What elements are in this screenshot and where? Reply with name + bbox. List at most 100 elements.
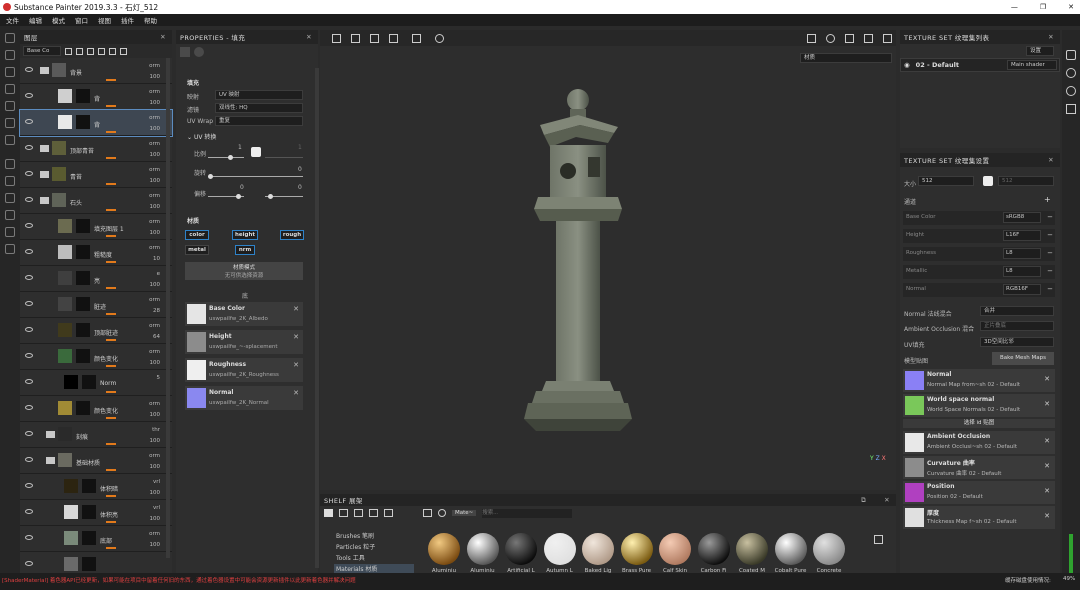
add-layer-icon[interactable] — [98, 47, 105, 55]
visibility-eye-icon[interactable] — [25, 67, 33, 72]
visibility-eye-icon[interactable] — [25, 301, 33, 306]
maximize-icon[interactable]: ❐ — [1040, 3, 1046, 11]
add-icon[interactable] — [412, 33, 421, 43]
material-preview[interactable] — [697, 533, 730, 565]
paint-brush-icon[interactable] — [5, 33, 15, 43]
mask-thumbnail[interactable] — [82, 375, 96, 389]
layer-blend-info[interactable]: orm 100 — [149, 451, 160, 473]
close-icon[interactable]: ✕ — [160, 33, 166, 41]
maximize-icon[interactable]: ⧉ — [861, 496, 866, 505]
layer-blend-info[interactable]: orm 10 — [149, 243, 160, 265]
material-preview[interactable] — [774, 533, 807, 565]
viewport-mode-select[interactable]: 材质 — [800, 53, 892, 63]
channel-rough-toggle[interactable]: rough — [280, 230, 304, 240]
display-settings-icon[interactable] — [1066, 68, 1076, 78]
grid-view-icon[interactable] — [354, 509, 363, 517]
baked-map-slot[interactable]: 厚度 Thickness Map f~sh 02 - Default ✕ — [903, 506, 1055, 529]
display-settings-icon[interactable] — [826, 33, 835, 43]
layer-row[interactable]: 石头 orm 100 — [20, 188, 172, 214]
fill-tab-icon[interactable] — [180, 47, 190, 57]
layer-blend-info[interactable]: e 100 — [150, 269, 161, 291]
remove-icon[interactable]: ✕ — [1044, 512, 1050, 520]
layer-row[interactable]: 体积暗 vrl 100 — [20, 474, 172, 500]
add-effect-icon[interactable] — [76, 47, 83, 55]
lock-icon[interactable] — [251, 147, 261, 157]
mask-thumbnail[interactable] — [82, 531, 96, 545]
layer-blend-info[interactable]: orm 100 — [149, 191, 160, 213]
visibility-eye-icon[interactable] — [25, 431, 33, 436]
layer-row[interactable]: 刻痕 thr 100 — [20, 422, 172, 448]
channel-color-toggle[interactable]: color — [185, 230, 209, 240]
baked-map-slot[interactable]: Position Position 02 - Default ✕ — [903, 481, 1055, 504]
offset-slider-knob[interactable] — [236, 194, 241, 199]
layer-row[interactable]: 体积亮 vrl 100 — [20, 500, 172, 526]
history-icon[interactable] — [5, 244, 15, 254]
layer-row[interactable]: 顶部青苔 orm 100 — [20, 136, 172, 162]
folder-icon[interactable] — [40, 67, 49, 74]
log-icon[interactable] — [1066, 104, 1076, 114]
uv-grid-icon[interactable] — [351, 33, 360, 43]
reset-icon[interactable] — [435, 33, 444, 43]
remove-channel-icon[interactable]: − — [1047, 249, 1053, 257]
layer-blend-info[interactable]: orm 28 — [149, 295, 160, 317]
ao-mix-select[interactable]: 正片叠底 — [980, 321, 1054, 331]
close-icon[interactable]: ✕ — [1068, 3, 1074, 11]
add-mask-icon[interactable] — [65, 47, 72, 55]
shelf-search-input[interactable] — [482, 508, 573, 518]
visibility-eye-icon[interactable] — [25, 457, 33, 462]
remove-channel-icon[interactable]: − — [1047, 231, 1053, 239]
size-select[interactable]: 512 — [918, 176, 974, 186]
layer-row[interactable]: 颜色变化 orm 100 — [20, 396, 172, 422]
material-preview[interactable] — [620, 533, 653, 565]
mask-thumbnail[interactable] — [76, 349, 90, 363]
visibility-eye-icon[interactable] — [25, 171, 33, 176]
layer-blend-info[interactable]: orm 100 — [149, 165, 160, 187]
filter-select[interactable]: 双线性: HQ — [215, 103, 303, 113]
history-icon[interactable] — [1066, 86, 1076, 96]
layer-blend-info[interactable]: orm 64 — [149, 321, 160, 343]
rotation-slider-knob[interactable] — [208, 174, 213, 179]
scale-slider-2[interactable] — [265, 157, 303, 158]
channel-nrm-toggle[interactable]: nrm — [235, 245, 255, 255]
visibility-eye-icon[interactable] — [25, 353, 33, 358]
menu-view[interactable]: 视图 — [98, 15, 111, 25]
import-icon[interactable] — [384, 509, 393, 517]
baked-map-slot[interactable]: World space normal World Space Normals 02… — [903, 394, 1055, 417]
visibility-eye-icon[interactable] — [25, 405, 33, 410]
hide-icon[interactable] — [369, 509, 378, 517]
scale-slider-knob[interactable] — [228, 155, 233, 160]
mask-thumbnail[interactable] — [82, 479, 96, 493]
filter-chip[interactable]: Mate~ — [452, 510, 477, 516]
visibility-eye-icon[interactable] — [25, 223, 33, 228]
visibility-eye-icon[interactable] — [25, 509, 33, 514]
material-preview[interactable] — [582, 533, 614, 565]
layer-blend-info[interactable]: orm 100 — [149, 529, 160, 551]
mask-thumbnail[interactable] — [76, 245, 90, 259]
material-preview[interactable] — [736, 533, 768, 565]
channel-format-select[interactable]: RGB16F — [1003, 284, 1041, 295]
close-icon[interactable]: ✕ — [306, 33, 312, 41]
viewport[interactable]: 材质 Y Z X — [320, 30, 896, 490]
material-map-slot[interactable]: Roughness uswpaiIfw_2K_Roughness ✕ — [185, 358, 303, 382]
menu-window[interactable]: 窗口 — [75, 15, 88, 25]
menu-file[interactable]: 文件 — [6, 15, 19, 25]
log-icon[interactable] — [5, 227, 15, 237]
mask-thumbnail[interactable] — [76, 297, 90, 311]
material-preview[interactable] — [428, 533, 460, 565]
layer-row[interactable]: 顶部脏迹 orm 64 — [20, 318, 172, 344]
visibility-eye-icon[interactable] — [25, 145, 33, 150]
visibility-eye-icon[interactable] — [25, 327, 33, 332]
material-map-slot[interactable]: Normal uswpaiIfw_2K_Normal ✕ — [185, 386, 303, 410]
layer-blend-info[interactable]: orm 100 — [149, 87, 160, 109]
layer-blend-info[interactable]: vrl 100 — [150, 477, 161, 499]
channel-format-select[interactable]: sRGB8 — [1003, 212, 1041, 223]
layers-scrollbar[interactable] — [166, 58, 170, 558]
reset-filter-icon[interactable] — [438, 509, 446, 517]
layer-row[interactable]: 背 orm 100 — [19, 109, 173, 137]
shelf-category[interactable]: Materials 材质 — [334, 564, 414, 573]
material-preview[interactable] — [659, 533, 691, 565]
layer-row[interactable]: 底部 orm 100 — [20, 526, 172, 552]
layer-row[interactable]: 脏迹 orm 28 — [20, 292, 172, 318]
projection-icon[interactable] — [5, 67, 15, 77]
shelf-category[interactable]: Particles 粒子 — [334, 542, 414, 551]
